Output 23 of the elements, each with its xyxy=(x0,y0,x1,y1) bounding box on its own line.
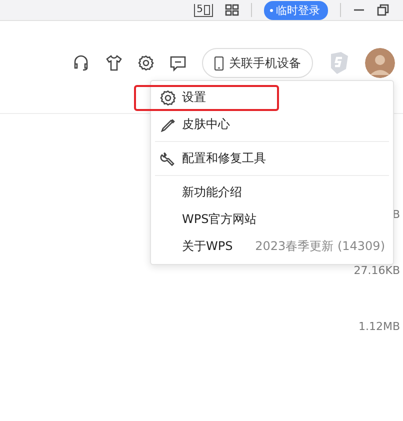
headset-icon xyxy=(72,54,90,72)
settings-icon xyxy=(160,90,176,106)
tshirt-icon xyxy=(105,54,123,72)
file-size: 27.16KB xyxy=(354,264,400,276)
chat-icon xyxy=(169,54,187,72)
link-phone-button[interactable]: 关联手机设备 xyxy=(202,48,313,78)
version-note: 2023春季更新 (14309) xyxy=(255,238,385,255)
menu-item[interactable]: 关于WPS 2023春季更新 (14309) xyxy=(151,233,393,260)
wrench-icon xyxy=(160,150,176,166)
avatar[interactable] xyxy=(365,48,395,78)
menu-item[interactable]: 新功能介绍 xyxy=(151,179,393,206)
menu-item[interactable]: 设置 xyxy=(151,84,393,111)
phone-icon xyxy=(214,56,224,70)
login-badge[interactable]: 临时登录 xyxy=(264,0,328,20)
brush-icon xyxy=(160,116,176,132)
page-count-icon[interactable]: 5 xyxy=(194,4,213,16)
menu-item[interactable]: 皮肤中心 xyxy=(151,111,393,138)
file-size: 1.12MB xyxy=(358,320,400,332)
menu-item[interactable]: 配置和修复工具 xyxy=(151,145,393,172)
grid-icon xyxy=(225,4,239,16)
menu-item[interactable]: WPS官方网站 xyxy=(151,206,393,233)
gear-icon xyxy=(138,55,154,71)
restore-icon xyxy=(377,4,389,16)
